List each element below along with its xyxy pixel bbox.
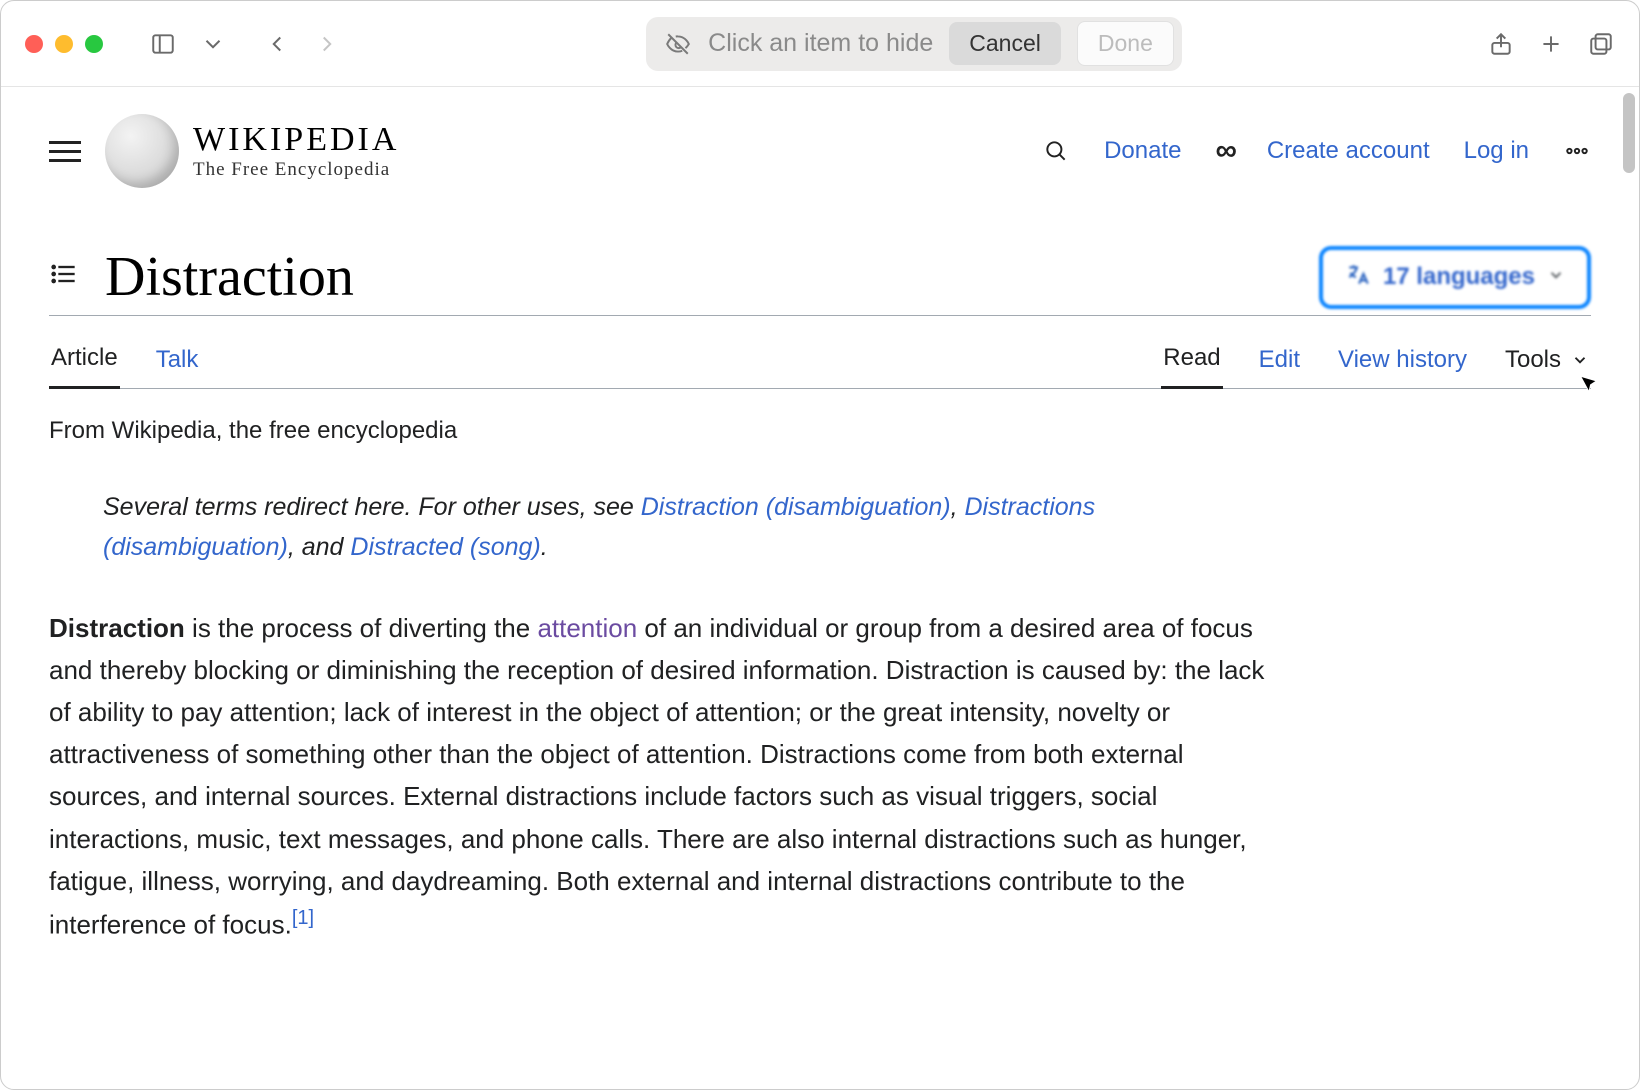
lead-paragraph: Distraction is the process of diverting … [49, 607, 1279, 946]
zoom-window-button[interactable] [85, 35, 103, 53]
close-window-button[interactable] [25, 35, 43, 53]
language-selector-button[interactable]: 17 languages [1319, 246, 1591, 309]
tools-label: Tools [1505, 346, 1561, 374]
wikipedia-name: WIKIPEDIA [193, 121, 399, 159]
hatnote-sep2: , and [288, 533, 351, 561]
tab-article[interactable]: Article [49, 330, 120, 389]
forward-button-icon[interactable] [313, 30, 341, 58]
browser-window: Click an item to hide Cancel Done [0, 0, 1640, 1090]
hide-items-prompt: Click an item to hide [708, 29, 933, 58]
toc-toggle-icon[interactable] [49, 260, 77, 295]
sidebar-menu-chevron-icon[interactable] [199, 30, 227, 58]
back-button-icon[interactable] [263, 30, 291, 58]
reference-1[interactable]: [1] [292, 907, 314, 929]
vertical-scrollbar[interactable] [1623, 93, 1635, 173]
wikipedia-logo[interactable]: WIKIPEDIA The Free Encyclopedia [105, 114, 399, 188]
header-right: Donate ∞ Create account Log in [1042, 134, 1591, 168]
tab-read[interactable]: Read [1161, 330, 1222, 389]
hatnote-link-1[interactable]: Distraction (disambiguation) [641, 493, 951, 521]
page-title: Distraction [105, 245, 354, 309]
window-controls [25, 35, 103, 53]
search-icon[interactable] [1042, 137, 1070, 165]
browser-toolbar: Click an item to hide Cancel Done [1, 1, 1639, 87]
title-divider [49, 315, 1591, 316]
hatnote-prefix: Several terms redirect here. For other u… [103, 493, 641, 521]
chevron-down-icon [1547, 266, 1565, 289]
tab-edit[interactable]: Edit [1257, 332, 1302, 388]
share-icon[interactable] [1487, 30, 1515, 58]
donate-link[interactable]: Donate [1104, 137, 1181, 165]
hatnote: Several terms redirect here. For other u… [103, 487, 1283, 567]
tab-view-history[interactable]: View history [1336, 332, 1469, 388]
from-wikipedia-line: From Wikipedia, the free encyclopedia [49, 417, 1591, 445]
hide-done-button[interactable]: Done [1077, 21, 1174, 66]
wikipedia-tagline: The Free Encyclopedia [193, 159, 399, 181]
create-account-link[interactable]: Create account [1267, 137, 1430, 165]
lead-t2: of an individual or group from a desired… [49, 613, 1264, 939]
hide-eye-icon [664, 30, 692, 58]
link-attention[interactable]: attention [537, 613, 637, 643]
hatnote-link-3[interactable]: Distracted (song) [350, 533, 540, 561]
hatnote-sep1: , [951, 493, 965, 521]
log-in-link[interactable]: Log in [1464, 137, 1529, 165]
content-viewport: WIKIPEDIA The Free Encyclopedia Donate ∞… [1, 87, 1639, 1090]
wikipedia-page: WIKIPEDIA The Free Encyclopedia Donate ∞… [1, 87, 1639, 986]
lead-t1: is the process of diverting the [185, 613, 538, 643]
main-menu-icon[interactable] [49, 141, 81, 162]
sidebar-toggle-icon[interactable] [149, 30, 177, 58]
mouse-cursor-icon [1577, 371, 1604, 402]
language-count-label: 17 languages [1383, 263, 1535, 291]
translate-icon [1345, 262, 1371, 293]
wikipedia-wordmark: WIKIPEDIA The Free Encyclopedia [193, 121, 399, 181]
tab-overview-icon[interactable] [1587, 30, 1615, 58]
minimize-window-button[interactable] [55, 35, 73, 53]
tab-talk[interactable]: Talk [154, 332, 201, 388]
lead-bold-term: Distraction [49, 613, 185, 643]
hide-items-bar: Click an item to hide Cancel Done [646, 17, 1182, 71]
hide-cancel-button[interactable]: Cancel [949, 22, 1061, 65]
title-row: Distraction 17 languages [49, 245, 1591, 309]
new-tab-icon[interactable] [1537, 30, 1565, 58]
wiki-header: WIKIPEDIA The Free Encyclopedia Donate ∞… [49, 105, 1591, 197]
appearance-icon[interactable]: ∞ [1215, 134, 1232, 168]
hatnote-suffix: . [541, 533, 548, 561]
wikipedia-globe-icon [105, 114, 179, 188]
more-menu-icon[interactable] [1563, 137, 1591, 165]
page-tabs: Article Talk Read Edit View history Tool… [49, 330, 1591, 389]
